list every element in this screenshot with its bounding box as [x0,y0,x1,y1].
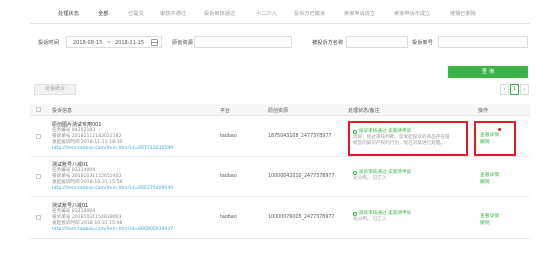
tab-link-deleted[interactable]: 链接已删除 [450,10,476,17]
row-checkbox[interactable] [36,174,41,179]
tab-review-rejected[interactable]: 审核不通过 [160,10,186,17]
calendar-icon [151,39,158,46]
status-dot-icon [353,171,357,175]
complaint-no-input[interactable] [438,36,528,48]
tab-withdrawn[interactable]: 投诉方已撤诉 [294,10,325,17]
source-value: 10000076005_2477378977 [268,215,335,220]
batch-withdraw-button[interactable]: 批量撤诉 [34,84,76,95]
pager-page-1[interactable]: 1 [510,84,519,95]
query-button[interactable]: 查 询 [448,66,528,78]
withdraw-link[interactable]: 撤销 [480,179,499,186]
platform-value: taobao [220,174,237,179]
tab-all[interactable]: 全部 [98,10,108,17]
view-details-link[interactable]: 查看详情 [480,172,499,179]
complainee-label: 被投诉方名称 [312,40,344,46]
status-desc: 处分例。 已汇入 [353,217,387,222]
complaint-info: 原创图片测试专用001 任务编号 84202183 投诉单号 201811121… [52,122,173,152]
pager-next-button[interactable]: › [520,84,529,95]
tab-submitted[interactable]: 已提交 [128,10,144,17]
header-status: 处理状态/备注 [348,108,380,114]
item-link[interactable]: http://item.taobao.com/item.htm?id=60774… [52,146,173,152]
tab-review-approved[interactable]: 投诉审核通过 [204,10,235,17]
complaint-no-label: 投诉单号 [412,40,433,46]
status-cell: 投诉审核通过-卖家待申诉 处分例。 已汇入 [353,211,411,223]
pager-prev-button[interactable]: ‹ [500,84,509,95]
date-start: 2018-08-13 [73,40,103,46]
row-checkbox[interactable] [36,215,41,220]
header-info: 投诉信息 [52,108,73,114]
table-row: 测试账号八戒01 任务编号 83314004 投诉单号 201810311548… [30,197,530,239]
status-filter-label: 处理状态 [58,11,79,17]
source-label: 原创资源 [172,40,193,46]
complainee-input[interactable] [346,36,408,48]
tab-staff-intervened[interactable]: 小二介入 [256,10,277,17]
source-value: 10000042010_2477378977 [268,174,335,179]
date-separator: ~ [107,40,112,46]
source-input[interactable] [194,36,292,48]
status-filter-bar: 处理状态 全部 已提交 审核不通过 投诉审核通过 小二介入 投诉方已撤诉 卖家申… [30,0,530,24]
status-cell: 投诉审核通过-卖家待申诉 处分例。 已汇入 [353,170,411,182]
header-source: 原创资源 [268,108,289,114]
complaint-info: 测试账号八戒01 任务编号 83314004 投诉单号 201810311548… [52,203,173,233]
date-range-picker[interactable]: 2018-08-13 ~ 2018-11-15 [66,36,162,48]
tab-appeal-upheld[interactable]: 卖家申诉成立 [344,10,375,17]
item-link[interactable]: http://item.taobao.com/item.htm?id=60680… [52,227,173,233]
date-end: 2018-11-15 [115,40,145,46]
platform-value: taobao [220,215,237,220]
table-row: 测试账号八戒01 任务编号 83314004 投诉单号 201810311556… [30,157,530,197]
withdraw-link[interactable]: 撤销 [480,220,499,227]
cursor-marker [498,128,501,131]
item-link[interactable]: http://item.taobao.com/item.htm?id=60637… [52,186,173,192]
filter-row: 投诉时间 2018-08-13 ~ 2018-11-15 原创资源 被投诉方名称… [0,36,554,50]
source-value: 1875043108_2477378977 [268,134,332,139]
row-actions: 查看详情 撤销 [480,213,499,227]
row-checkbox[interactable] [36,134,41,139]
platform-value: taobao [220,134,237,139]
status-highlight-box [348,121,468,156]
complaint-time-label: 投诉时间 [38,40,59,46]
row-actions: 查看详情 撤销 [480,172,499,186]
complaint-info: 测试账号八戒01 任务编号 83314004 投诉单号 201810311556… [52,162,173,192]
status-desc: 处分例。 已汇入 [353,176,387,181]
table-header: 投诉信息 平台 原创资源 处理状态/备注 操作 [30,104,530,116]
select-all-checkbox[interactable] [36,107,41,112]
status-dot-icon [353,212,357,216]
view-details-link[interactable]: 查看详情 [480,213,499,220]
tab-appeal-rejected[interactable]: 卖家申诉不成立 [394,10,430,17]
action-highlight-box [474,121,516,156]
header-platform: 平台 [220,108,231,114]
header-action: 操作 [478,108,489,114]
